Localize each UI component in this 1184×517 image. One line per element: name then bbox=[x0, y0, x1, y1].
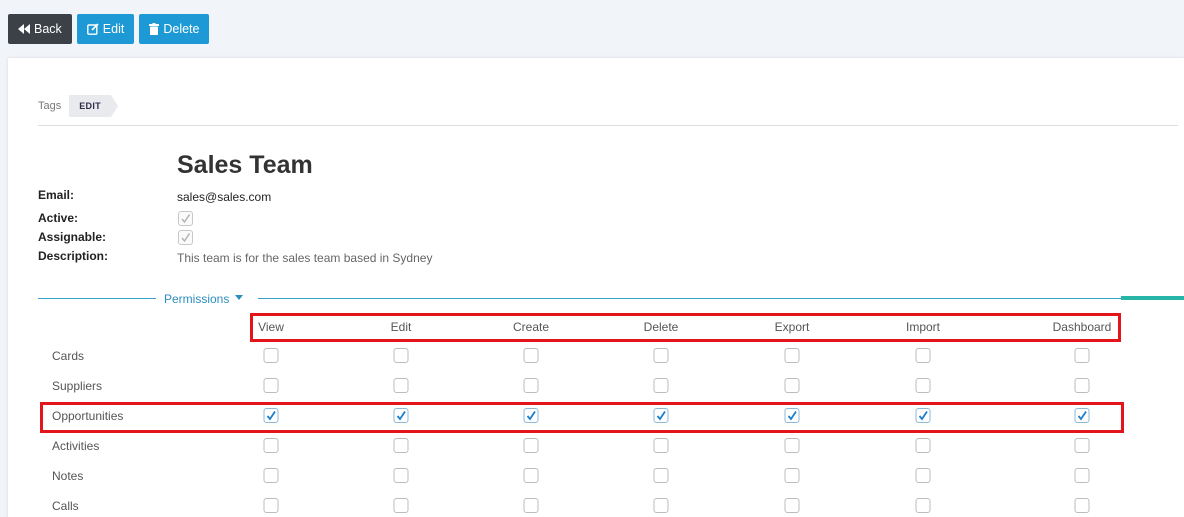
checkbox-opportunities-dashboard[interactable] bbox=[1074, 408, 1090, 423]
checkbox-suppliers-create[interactable] bbox=[523, 378, 539, 393]
column-header-edit: Edit bbox=[390, 320, 412, 334]
active-checkbox bbox=[178, 211, 193, 226]
checkbox-suppliers-view[interactable] bbox=[263, 378, 279, 393]
checkbox-suppliers-dashboard[interactable] bbox=[1074, 378, 1090, 393]
checkbox-opportunities-edit[interactable] bbox=[393, 408, 409, 423]
checkbox-opportunities-create[interactable] bbox=[523, 408, 539, 423]
breadcrumb-current: EDIT bbox=[69, 95, 118, 117]
check-icon bbox=[396, 411, 406, 421]
checkbox-activities-dashboard[interactable] bbox=[1074, 438, 1090, 453]
checkbox-suppliers-export[interactable] bbox=[784, 378, 800, 393]
checkbox-notes-delete[interactable] bbox=[653, 468, 669, 483]
checkbox-calls-dashboard[interactable] bbox=[1074, 498, 1090, 513]
description-value: This team is for the sales team based in… bbox=[177, 251, 433, 265]
edit-icon bbox=[86, 23, 99, 35]
checkbox-notes-create[interactable] bbox=[523, 468, 539, 483]
trash-icon bbox=[149, 23, 160, 35]
column-header-export: Export bbox=[774, 320, 810, 334]
page-title: Sales Team bbox=[177, 151, 313, 179]
team-detail-card: Tags EDIT Sales Team Email: sales@sales.… bbox=[8, 58, 1184, 517]
email-value: sales@sales.com bbox=[177, 190, 272, 204]
checkbox-cards-dashboard[interactable] bbox=[1074, 348, 1090, 363]
edit-button-label: Edit bbox=[102, 22, 125, 36]
checkbox-calls-import[interactable] bbox=[915, 498, 931, 513]
column-header-create: Create bbox=[512, 320, 550, 334]
checkbox-cards-export[interactable] bbox=[784, 348, 800, 363]
checkbox-cards-delete[interactable] bbox=[653, 348, 669, 363]
checkbox-cards-create[interactable] bbox=[523, 348, 539, 363]
checkbox-calls-edit[interactable] bbox=[393, 498, 409, 513]
check-icon bbox=[787, 411, 797, 421]
checkbox-opportunities-import[interactable] bbox=[915, 408, 931, 423]
checkbox-calls-view[interactable] bbox=[263, 498, 279, 513]
row-label-notes: Notes bbox=[52, 469, 84, 483]
checkbox-activities-view[interactable] bbox=[263, 438, 279, 453]
checkbox-cards-view[interactable] bbox=[263, 348, 279, 363]
permissions-label: Permissions bbox=[164, 292, 230, 306]
checkbox-suppliers-edit[interactable] bbox=[393, 378, 409, 393]
check-icon bbox=[526, 411, 536, 421]
checkbox-activities-create[interactable] bbox=[523, 438, 539, 453]
breadcrumb-tags[interactable]: Tags bbox=[38, 100, 61, 112]
checkbox-opportunities-view[interactable] bbox=[263, 408, 279, 423]
checkbox-activities-export[interactable] bbox=[784, 438, 800, 453]
checkbox-cards-edit[interactable] bbox=[393, 348, 409, 363]
check-icon bbox=[918, 411, 928, 421]
checkbox-opportunities-export[interactable] bbox=[784, 408, 800, 423]
checkbox-opportunities-delete[interactable] bbox=[653, 408, 669, 423]
checkbox-suppliers-import[interactable] bbox=[915, 378, 931, 393]
checkbox-activities-edit[interactable] bbox=[393, 438, 409, 453]
delete-button[interactable]: Delete bbox=[139, 14, 210, 44]
checkbox-notes-export[interactable] bbox=[784, 468, 800, 483]
checkbox-suppliers-delete[interactable] bbox=[653, 378, 669, 393]
check-icon bbox=[266, 411, 276, 421]
checkbox-calls-export[interactable] bbox=[784, 498, 800, 513]
row-highlight bbox=[40, 402, 1124, 433]
permissions-divider-right bbox=[258, 298, 1124, 299]
description-label: Description: bbox=[38, 249, 109, 263]
permissions-accent-bar bbox=[1121, 296, 1184, 300]
row-label-cards: Cards bbox=[52, 349, 85, 363]
checkbox-activities-delete[interactable] bbox=[653, 438, 669, 453]
column-header-import: Import bbox=[905, 320, 941, 334]
column-header-highlight bbox=[250, 313, 1121, 342]
delete-button-label: Delete bbox=[163, 22, 200, 36]
checkbox-notes-view[interactable] bbox=[263, 468, 279, 483]
assignable-label: Assignable: bbox=[38, 230, 107, 244]
column-header-dashboard: Dashboard bbox=[1052, 320, 1112, 334]
checkbox-notes-edit[interactable] bbox=[393, 468, 409, 483]
back-button-label: Back bbox=[34, 22, 62, 36]
breadcrumb: Tags EDIT bbox=[38, 95, 118, 117]
header-divider bbox=[38, 125, 1178, 126]
permissions-divider-left bbox=[38, 298, 156, 299]
caret-down-icon bbox=[235, 295, 244, 300]
double-arrow-left-icon bbox=[18, 24, 30, 34]
check-icon bbox=[181, 233, 191, 243]
back-button[interactable]: Back bbox=[8, 14, 72, 44]
checkbox-calls-create[interactable] bbox=[523, 498, 539, 513]
checkbox-cards-import[interactable] bbox=[915, 348, 931, 363]
email-label: Email: bbox=[38, 188, 75, 202]
row-label-activities: Activities bbox=[52, 439, 100, 453]
checkbox-calls-delete[interactable] bbox=[653, 498, 669, 513]
edit-button[interactable]: Edit bbox=[76, 14, 135, 44]
row-label-opportunities: Opportunities bbox=[52, 409, 124, 423]
column-header-view: View bbox=[258, 320, 284, 334]
column-header-delete: Delete bbox=[643, 320, 679, 334]
checkbox-notes-import[interactable] bbox=[915, 468, 931, 483]
checkbox-activities-import[interactable] bbox=[915, 438, 931, 453]
row-label-suppliers: Suppliers bbox=[52, 379, 103, 393]
checkbox-notes-dashboard[interactable] bbox=[1074, 468, 1090, 483]
active-label: Active: bbox=[38, 211, 79, 225]
toolbar: Back Edit Delete bbox=[8, 14, 210, 44]
check-icon bbox=[181, 214, 191, 224]
permissions-toggle[interactable]: Permissions bbox=[164, 292, 244, 306]
check-icon bbox=[1077, 411, 1087, 421]
check-icon bbox=[656, 411, 666, 421]
assignable-checkbox bbox=[178, 230, 193, 245]
row-label-calls: Calls bbox=[52, 499, 79, 513]
